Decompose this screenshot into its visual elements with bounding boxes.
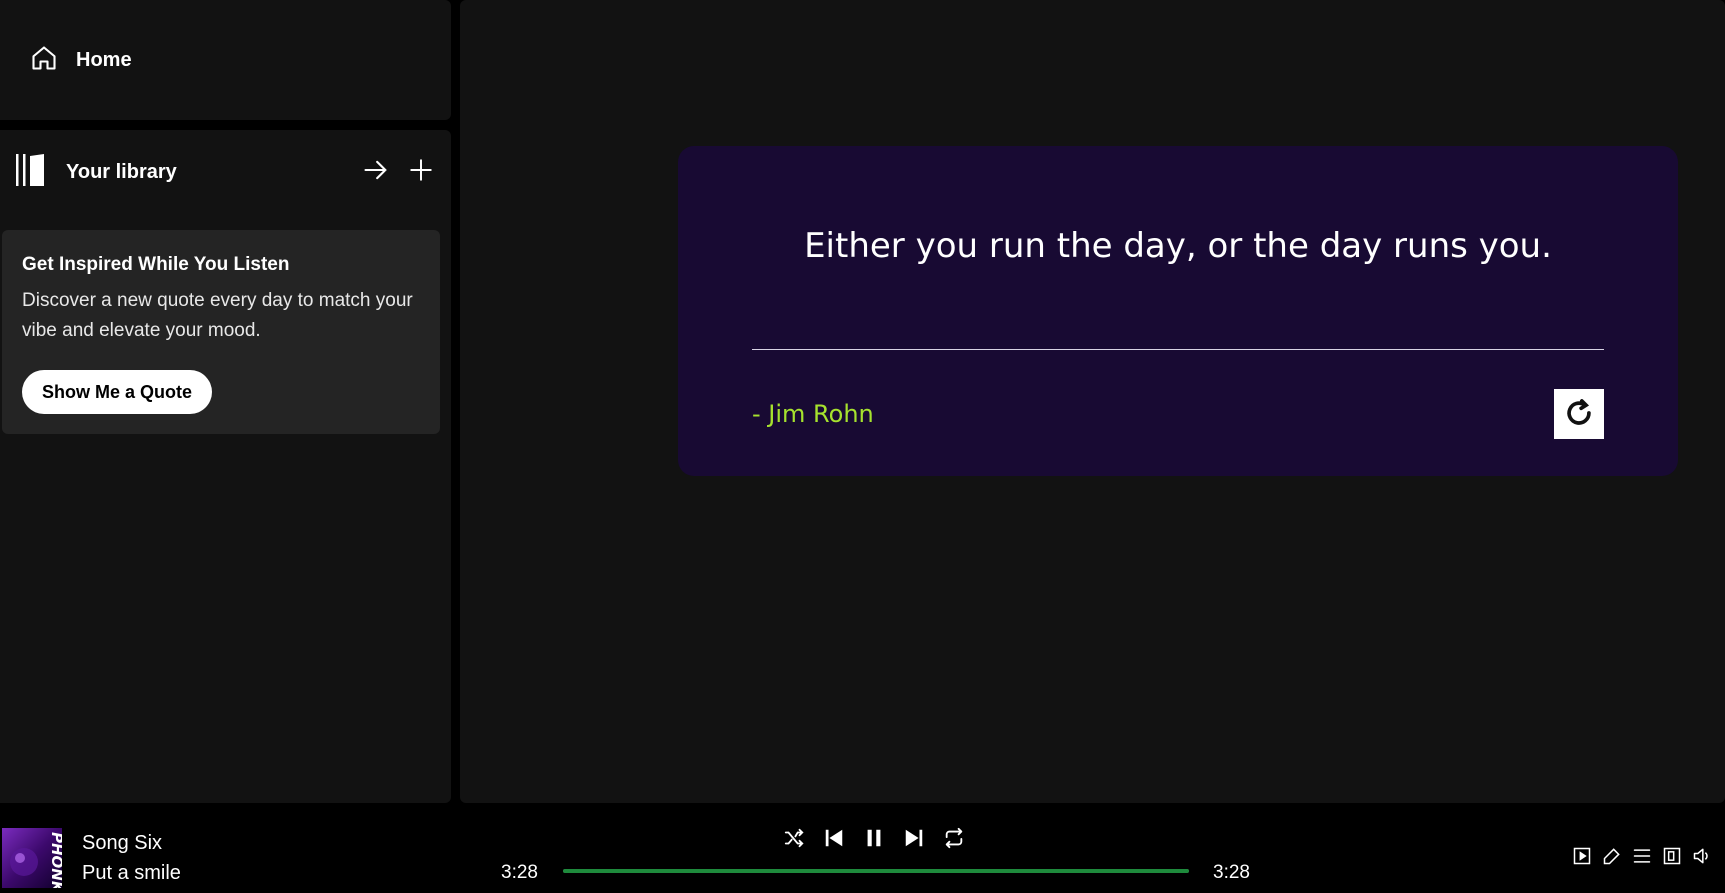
now-playing-view-icon[interactable]	[1572, 846, 1592, 866]
refresh-icon	[1562, 396, 1596, 433]
library-header: Your library	[14, 152, 434, 192]
library-title[interactable]: Your library	[66, 161, 177, 184]
playback-controls	[782, 826, 966, 850]
track-artist[interactable]: Put a smile	[82, 862, 181, 885]
quote-promo-card: Get Inspired While You Listen Discover a…	[2, 230, 440, 434]
home-icon[interactable]	[30, 44, 58, 77]
track-title[interactable]: Song Six	[82, 832, 162, 855]
sidebar-home-panel: Home	[0, 0, 451, 120]
promo-description: Discover a new quote every day to match …	[22, 290, 413, 341]
quote-divider	[752, 349, 1604, 350]
repeat-icon[interactable]	[942, 826, 966, 850]
skip-previous-icon[interactable]	[822, 826, 846, 850]
progress-bar[interactable]	[563, 869, 1189, 873]
quote-text: Either you run the day, or the day runs …	[804, 226, 1552, 266]
library-icon[interactable]	[14, 152, 50, 193]
arrow-right-icon[interactable]	[362, 156, 390, 189]
album-art-label: PHONK	[48, 832, 62, 888]
show-quote-button[interactable]: Show Me a Quote	[22, 370, 213, 414]
home-link[interactable]: Home	[76, 49, 132, 72]
quote-card: Either you run the day, or the day runs …	[678, 146, 1678, 476]
progress-fill	[563, 869, 1189, 873]
main-content: Either you run the day, or the day runs …	[460, 0, 1725, 803]
quote-author: - Jim Rohn	[752, 400, 874, 428]
album-art[interactable]: PHONK	[2, 828, 62, 888]
plus-icon[interactable]	[408, 157, 434, 188]
sidebar-library-panel: Your library Get Inspired While You List…	[0, 130, 451, 803]
connect-device-icon[interactable]	[1662, 846, 1682, 866]
pause-icon[interactable]	[862, 826, 886, 850]
track-duration: 3:28	[1213, 862, 1250, 883]
queue-icon[interactable]	[1632, 846, 1652, 866]
refresh-quote-button[interactable]	[1554, 389, 1604, 439]
volume-icon[interactable]	[1692, 846, 1712, 866]
skip-next-icon[interactable]	[902, 826, 926, 850]
shuffle-icon[interactable]	[782, 826, 806, 850]
extra-controls	[1572, 846, 1712, 866]
promo-heading: Get Inspired While You Listen	[22, 254, 290, 275]
elapsed-time: 3:28	[501, 862, 538, 883]
lyrics-icon[interactable]	[1602, 846, 1622, 866]
